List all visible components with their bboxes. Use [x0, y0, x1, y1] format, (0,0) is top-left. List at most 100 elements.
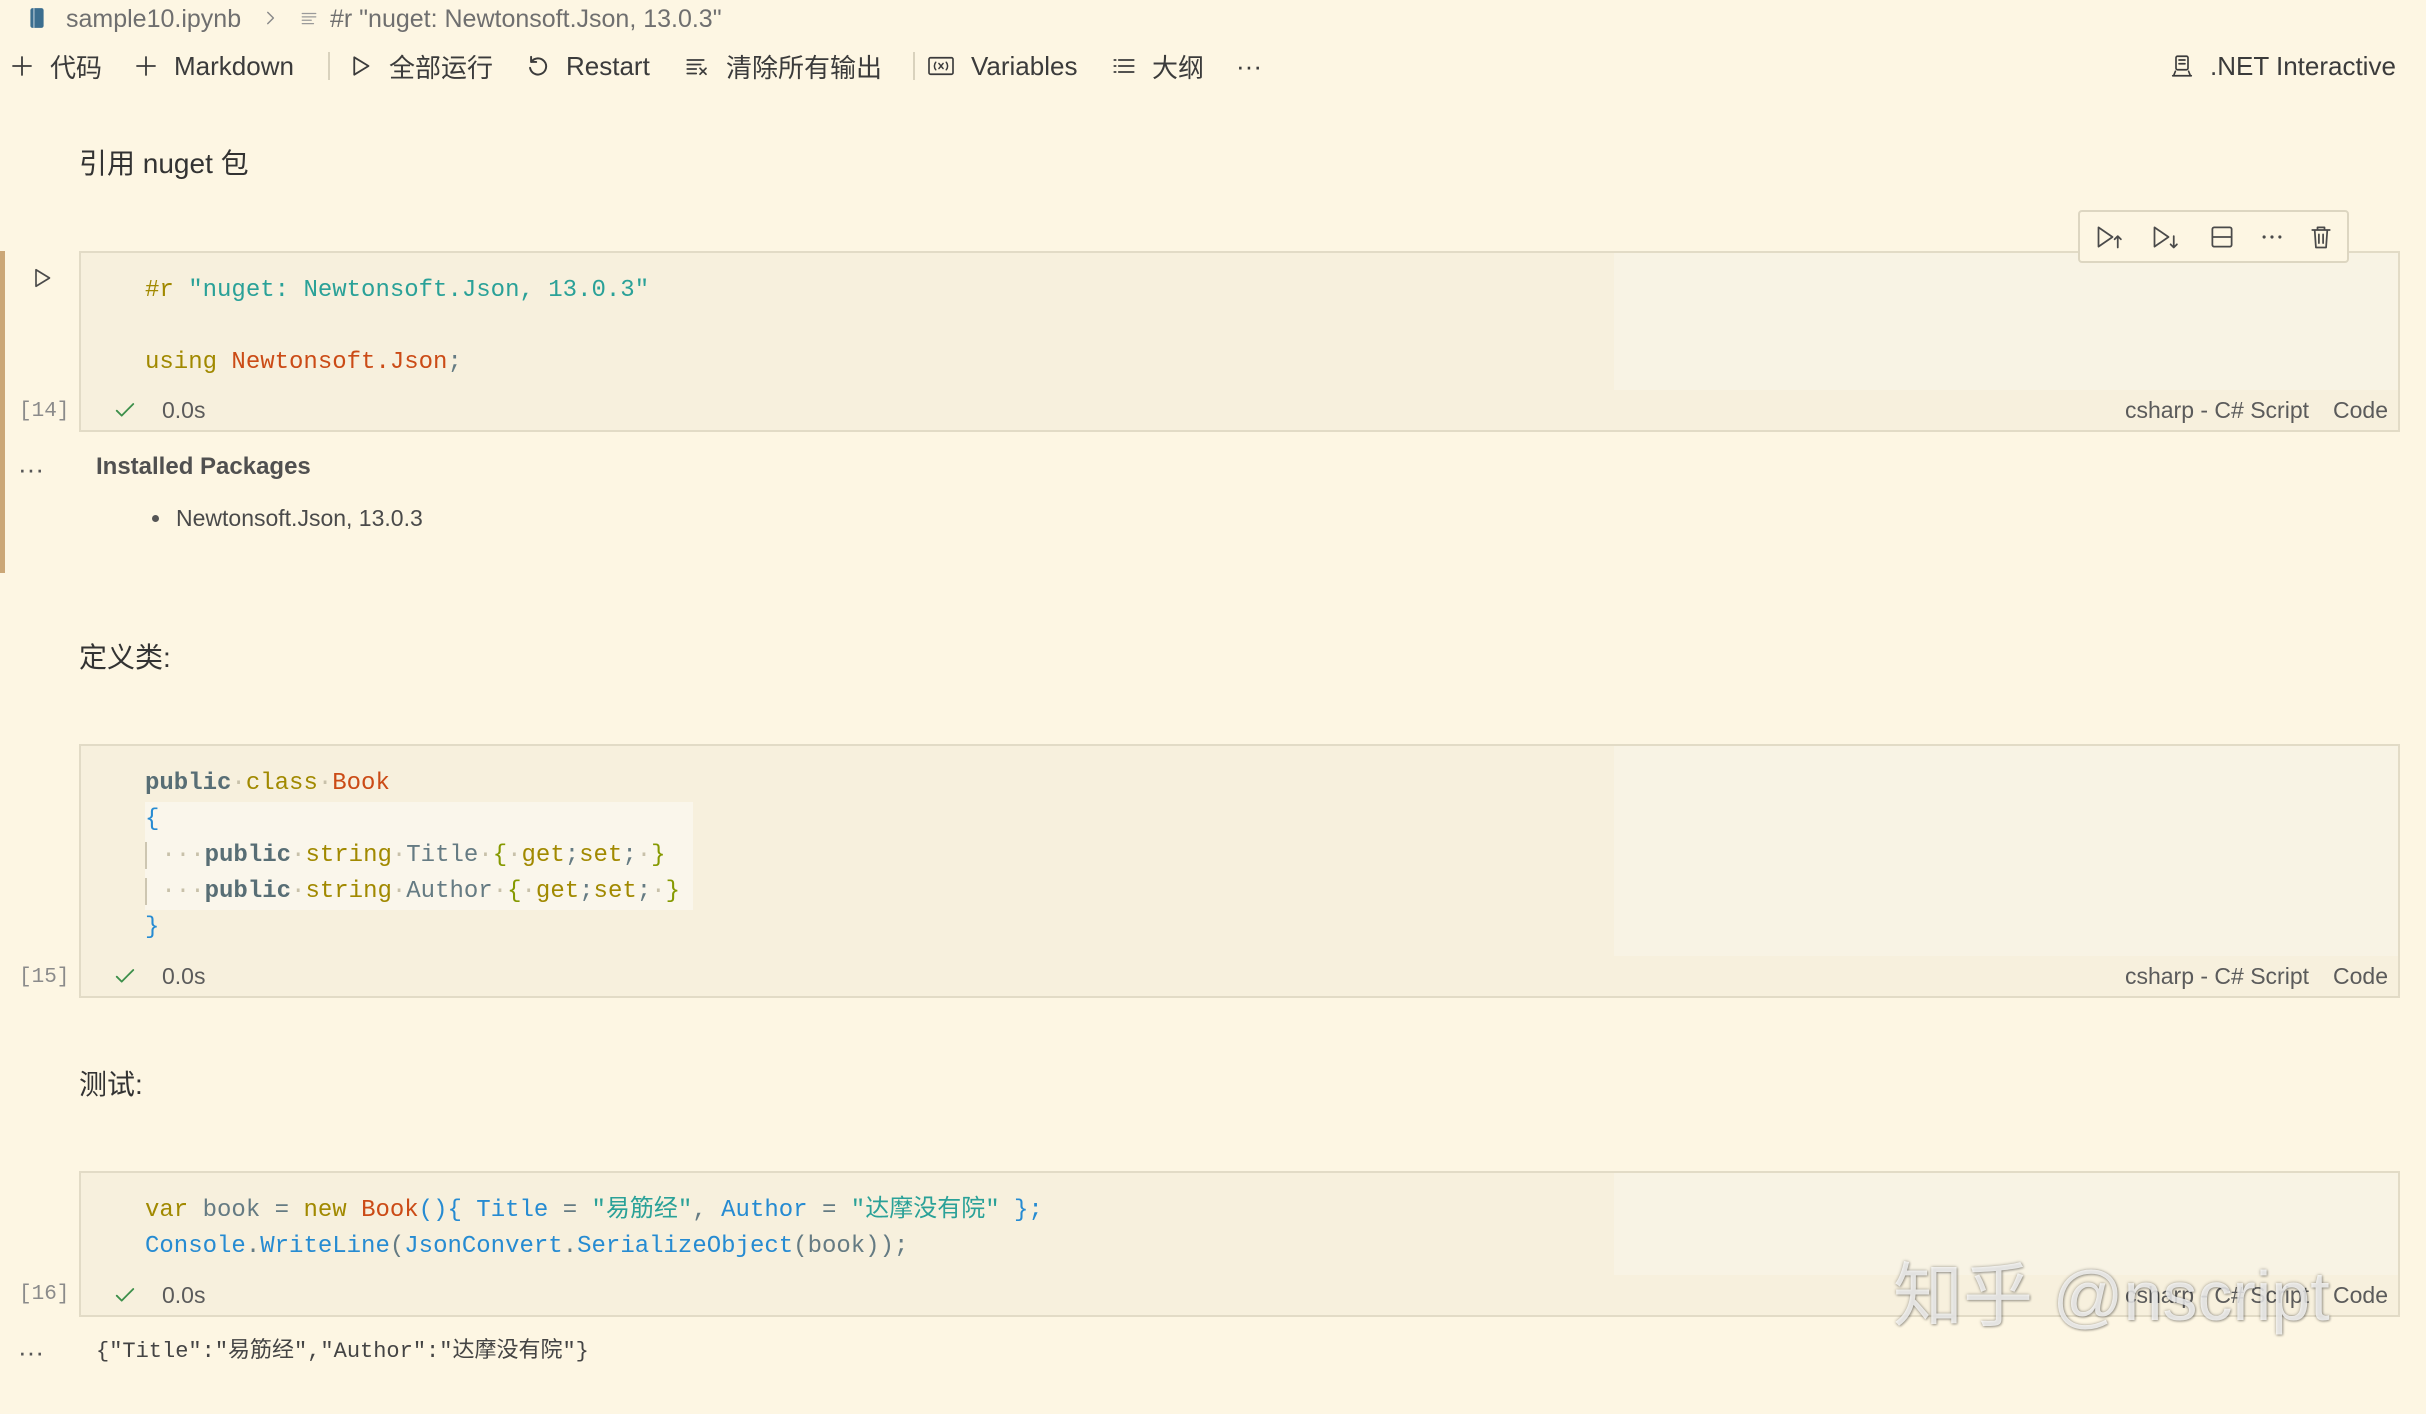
- variables-label: Variables: [971, 50, 1078, 81]
- restart-button[interactable]: Restart: [526, 48, 650, 84]
- restart-label: Restart: [566, 50, 650, 81]
- execution-duration: 0.0s: [162, 397, 206, 423]
- code-token: };: [1014, 1197, 1043, 1224]
- code-editor[interactable]: #r "nuget: Newtonsoft.Json, 13.0.3" using…: [145, 273, 2378, 381]
- execution-duration: 0.0s: [162, 1282, 206, 1308]
- run-all-label: 全部运行: [389, 52, 494, 83]
- code-token: }: [145, 914, 160, 941]
- execute-below-icon: [2151, 223, 2179, 251]
- code-token: get: [521, 842, 565, 869]
- toolbar-separator: [328, 52, 330, 80]
- code-token: ·: [478, 842, 493, 869]
- code-token: Newtonsoft.Json: [231, 349, 448, 376]
- code-token: WriteLine: [260, 1233, 390, 1260]
- cell-language[interactable]: csharp - C# Script: [2125, 390, 2309, 430]
- success-check-icon: [114, 965, 136, 987]
- code-token: Console: [145, 1233, 246, 1260]
- code-token: ));: [865, 1233, 909, 1260]
- code-token: Book: [361, 1197, 419, 1224]
- code-token: ;: [579, 878, 594, 905]
- add-code-cell-button[interactable]: 代码: [10, 48, 102, 84]
- code-token: public: [145, 770, 232, 797]
- markdown-cell[interactable]: 定义类:: [79, 640, 171, 676]
- kernel-icon: [2170, 53, 2194, 79]
- kernel-picker-button[interactable]: .NET Interactive: [2170, 48, 2396, 84]
- code-token: {: [145, 806, 160, 833]
- cell-kind[interactable]: Code: [2333, 1275, 2388, 1315]
- code-editor[interactable]: public·class·Book{ ···public·string·Titl…: [145, 766, 2378, 946]
- code-token: ·: [391, 878, 407, 905]
- code-line: ···public·string·Author·{·get;set;·}: [145, 874, 2378, 910]
- code-token: get: [535, 878, 580, 905]
- execute-below-button[interactable]: [2151, 223, 2179, 251]
- code-token: string: [305, 878, 392, 905]
- code-token: ···: [161, 878, 205, 905]
- code-token: ·: [231, 770, 246, 797]
- clear-all-outputs-button[interactable]: 清除所有输出: [684, 48, 882, 84]
- delete-icon: [2307, 223, 2335, 251]
- execute-above-button[interactable]: [2095, 223, 2123, 251]
- code-token: ···: [161, 842, 205, 869]
- code-token: book: [807, 1233, 866, 1260]
- add-markdown-cell-button[interactable]: Markdown: [134, 48, 294, 84]
- cell-focus-indicator: [0, 251, 5, 573]
- run-all-button[interactable]: 全部运行: [349, 48, 493, 84]
- cell-kind[interactable]: Code: [2333, 390, 2388, 430]
- markdown-cell[interactable]: 测试:: [79, 1067, 143, 1103]
- markdown-cell[interactable]: 引用 nuget 包: [79, 146, 249, 182]
- breadcrumb-file[interactable]: sample10.ipynb: [66, 3, 241, 35]
- code-token: (){: [418, 1197, 462, 1224]
- cell-status-bar: 0.0s csharp - C# Script Code: [81, 390, 2398, 430]
- output-more-button[interactable]: ···: [18, 1335, 44, 1369]
- code-token: =: [548, 1197, 592, 1224]
- code-cell[interactable]: #r "nuget: Newtonsoft.Json, 13.0.3" using…: [79, 251, 2400, 432]
- code-token: (: [389, 1233, 405, 1260]
- code-line: var book = new Book(){ Title = "易筋经", Au…: [145, 1193, 2378, 1229]
- cell-more-button[interactable]: [2258, 223, 2286, 251]
- code-token: Author: [406, 878, 493, 905]
- execution-count: [14]: [19, 400, 70, 423]
- code-token: SerializeObject: [577, 1233, 794, 1260]
- code-token: ,: [692, 1197, 722, 1224]
- plus-icon: [10, 54, 34, 78]
- execution-count: [15]: [19, 966, 70, 989]
- toolbar-separator: [913, 52, 915, 80]
- split-cell-button[interactable]: [2208, 223, 2236, 251]
- code-token: "易筋经": [591, 1197, 693, 1224]
- code-token: ·: [507, 842, 522, 869]
- code-cell[interactable]: public·class·Book{ ···public·string·Titl…: [79, 744, 2400, 998]
- installed-packages-list: Newtonsoft.Json, 13.0.3: [152, 504, 423, 532]
- delete-cell-button[interactable]: [2307, 223, 2335, 251]
- code-token: ;: [622, 842, 637, 869]
- code-token: Title: [476, 1197, 549, 1224]
- clear-all-outputs-label: 清除所有输出: [726, 52, 883, 83]
- code-token: ·: [521, 878, 536, 905]
- code-token: }: [665, 878, 680, 905]
- outline-button[interactable]: 大纲: [1112, 48, 1204, 84]
- code-token: Book: [332, 770, 390, 797]
- bullet: [152, 515, 159, 522]
- notebook-file-icon: [28, 7, 46, 29]
- console-output: {"Title":"易筋经","Author":"达摩没有院"}: [96, 1339, 589, 1364]
- code-token: set: [579, 842, 623, 869]
- run-cell-button[interactable]: [30, 266, 54, 290]
- code-token: ·: [291, 878, 306, 905]
- add-code-label: 代码: [50, 52, 103, 83]
- cell-language[interactable]: csharp - C# Script: [2125, 956, 2309, 996]
- execution-duration: 0.0s: [162, 963, 206, 989]
- variables-button[interactable]: Variables: [927, 48, 1077, 84]
- markdown-text: 定义类:: [79, 642, 171, 673]
- code-token: new: [303, 1197, 347, 1224]
- code-token: ·: [651, 878, 666, 905]
- code-token: ;: [447, 349, 462, 376]
- output-more-button[interactable]: ···: [18, 452, 44, 486]
- cell-kind[interactable]: Code: [2333, 956, 2388, 996]
- code-token: {: [492, 842, 508, 869]
- code-token: var: [145, 1197, 189, 1224]
- toolbar-more-button[interactable]: ···: [1236, 48, 1262, 84]
- breadcrumb-cell[interactable]: #r "nuget: Newtonsoft.Json, 13.0.3": [330, 3, 722, 35]
